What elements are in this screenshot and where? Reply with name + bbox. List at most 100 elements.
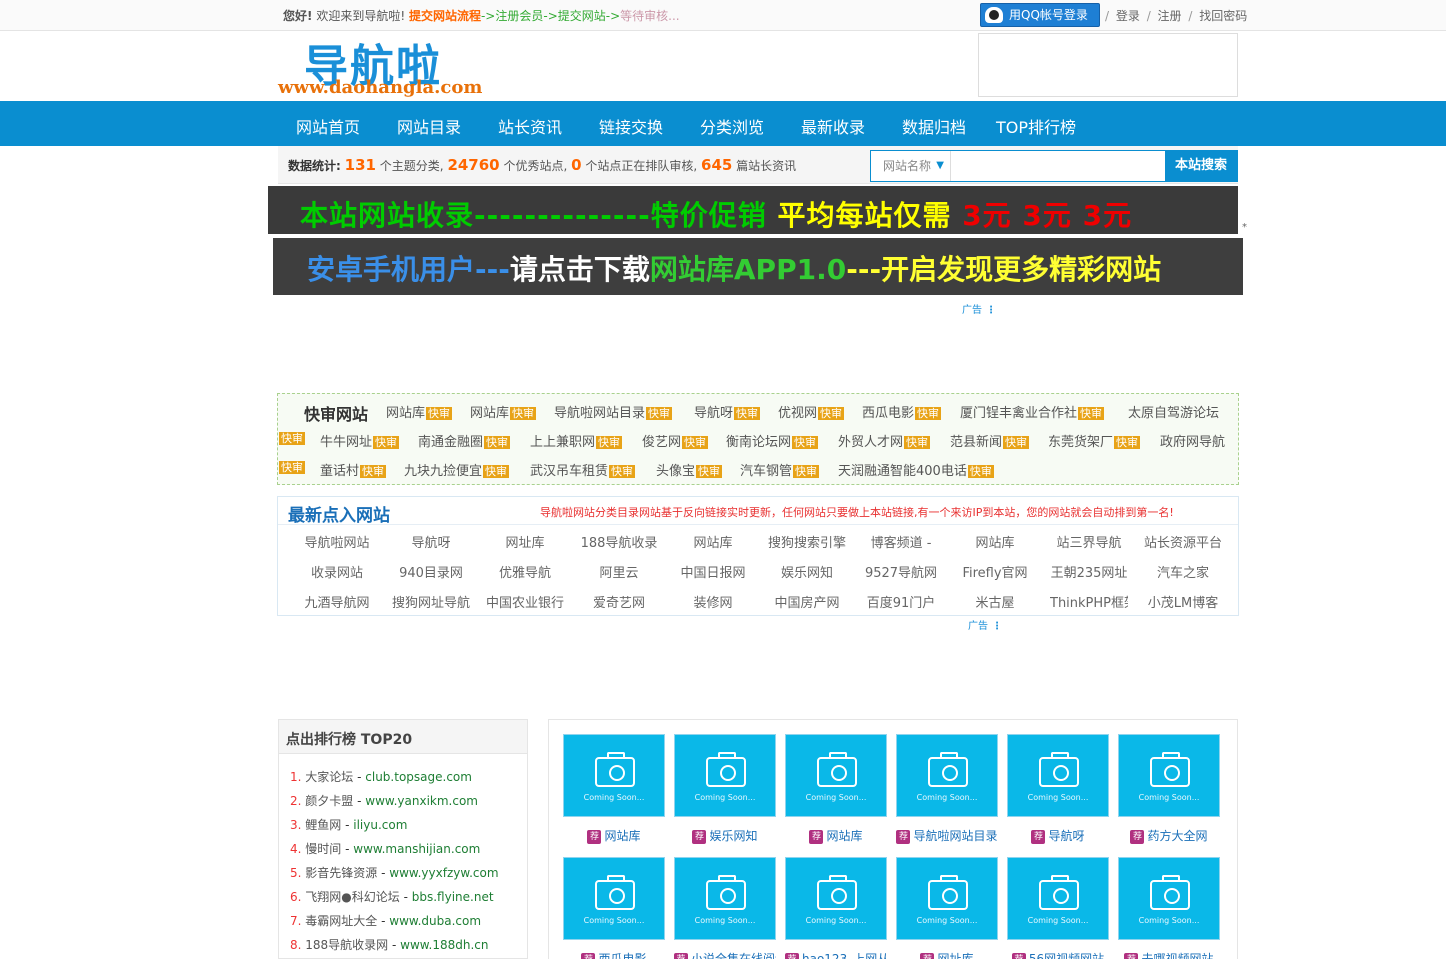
site-thumbnail-card[interactable]: Coming Soon... 荐西瓜电影 — [563, 857, 665, 959]
nav-category-browse[interactable]: 分类浏览 — [700, 114, 764, 138]
fast-review-link[interactable]: 优视网 快审 — [778, 402, 845, 421]
latest-site-link[interactable]: 装修网 — [674, 592, 752, 611]
fast-review-link[interactable]: 衡南论坛网 快审 — [726, 431, 819, 450]
ranking-row[interactable]: 2. 颜夕卡盟 - www.yanxikm.com — [290, 792, 478, 809]
fast-review-link[interactable]: 牛牛网址 快审 — [320, 431, 400, 450]
latest-site-link[interactable]: ThinkPHP框架 — [1050, 592, 1128, 611]
latest-site-link[interactable]: 王朝235网址 — [1050, 562, 1128, 581]
fast-review-link[interactable]: 厦门锃丰禽业合作社 快审 — [960, 402, 1105, 421]
fast-review-link[interactable]: 上上兼职网 快审 — [530, 431, 623, 450]
fast-review-link[interactable]: 太原自驾游论坛 — [1128, 402, 1219, 421]
latest-site-link[interactable]: 搜狗网址导航 — [392, 592, 470, 611]
fast-review-link[interactable]: 九块九捡便宜 快审 — [404, 460, 510, 479]
fast-review-link[interactable]: 导航啦网站目录 快审 — [554, 402, 673, 421]
register-link[interactable]: 注册 — [1158, 9, 1182, 23]
promo-banner-listing[interactable]: 本站网站收录--------------特价促销 平均每站仅需 3元 3元 3元 — [268, 186, 1238, 234]
search-button[interactable]: 本站搜索 — [1165, 151, 1237, 181]
latest-site-link[interactable]: 导航呀 — [392, 532, 470, 551]
latest-site-link[interactable]: 收录网站 — [298, 562, 376, 581]
nav-home[interactable]: 网站首页 — [296, 114, 360, 138]
fast-review-link[interactable]: 天润融通智能400电话 快审 — [838, 460, 994, 479]
latest-site-link[interactable]: 导航啦网站 — [298, 532, 376, 551]
fast-review-link[interactable]: 俊艺网 快审 — [642, 431, 709, 450]
fast-review-link[interactable]: 东莞货架厂 快审 — [1048, 431, 1141, 450]
fast-review-link[interactable]: 西瓜电影 快审 — [862, 402, 942, 421]
nav-latest[interactable]: 最新收录 — [801, 114, 865, 138]
fast-review-link[interactable]: 范县新闻 快审 — [950, 431, 1030, 450]
site-thumbnail-card[interactable]: Coming Soon... 荐药方大全网 — [1118, 734, 1220, 844]
promo-banner-app[interactable]: 安卓手机用户---请点击下载网站库APP1.0---开启发现更多精彩网站 — [273, 238, 1243, 295]
latest-site-link[interactable]: 9527导航网 — [862, 562, 940, 581]
latest-site-link[interactable]: 阿里云 — [580, 562, 658, 581]
site-thumbnail-card[interactable]: Coming Soon... 荐娱乐网知 — [674, 734, 776, 844]
latest-site-link[interactable]: 搜狗搜索引擎 — [768, 532, 846, 551]
latest-site-link[interactable]: 米古屋 — [956, 592, 1034, 611]
latest-site-link[interactable]: Firefly官网 — [956, 562, 1034, 581]
fast-review-tag: 快审 — [967, 465, 994, 478]
site-thumbnail-card[interactable]: Coming Soon... 荐导航呀 — [1007, 734, 1109, 844]
flow-step: 注册会员 — [495, 9, 544, 23]
fast-review-tag: 快审 — [426, 407, 453, 420]
site-thumbnail-card[interactable]: Coming Soon... 荐网站库 — [563, 734, 665, 844]
stat-pending-label: 个站点正在排队审核, — [585, 159, 698, 173]
ranking-row[interactable]: 5. 影音先锋资源 - www.yyxfzyw.com — [290, 864, 499, 881]
ranking-row[interactable]: 8. 188导航收录网 - www.188dh.cn — [290, 936, 488, 953]
fast-review-link[interactable]: 网站库 快审 — [386, 402, 453, 421]
fast-review-link[interactable]: 外贸人才网 快审 — [838, 431, 931, 450]
search-input[interactable] — [953, 153, 1163, 179]
search-type-select[interactable]: 网站名称 ▼ — [871, 151, 951, 181]
fast-review-link[interactable]: 头像宝 快审 — [656, 460, 723, 479]
site-thumbnail-card[interactable]: Coming Soon... 荐网站库 — [785, 734, 887, 844]
fast-review-link[interactable]: 政府网导航 — [1160, 431, 1225, 450]
site-thumbnail-card[interactable]: Coming Soon... 荐hao123_上网从这里开始 — [785, 857, 887, 959]
qq-login-button[interactable]: 用QQ帐号登录 — [980, 3, 1100, 27]
latest-site-link[interactable]: 小茂LM博客 — [1144, 592, 1222, 611]
nav-archive[interactable]: 数据归档 — [902, 114, 966, 138]
latest-site-link[interactable]: 汽车之家 — [1144, 562, 1222, 581]
flow-step[interactable]: 提交网站流程 — [409, 9, 481, 23]
fast-review-link[interactable]: 导航呀 快审 — [694, 402, 761, 421]
latest-site-link[interactable]: 网站库 — [956, 532, 1034, 551]
login-link[interactable]: 登录 — [1116, 9, 1140, 23]
site-thumbnail-card[interactable]: Coming Soon... 荐小说全集在线阅读 — [674, 857, 776, 959]
latest-site-link[interactable]: 中国日报网 — [674, 562, 752, 581]
latest-site-link[interactable]: 网址库 — [486, 532, 564, 551]
latest-site-link[interactable]: 站三界导航 — [1050, 532, 1128, 551]
latest-site-link[interactable]: 188导航收录 — [580, 532, 658, 551]
site-thumbnail-card[interactable]: Coming Soon... 荐56网视频网站 — [1007, 857, 1109, 959]
ranking-row[interactable]: 6. 飞翔网●科幻论坛 - bbs.flyine.net — [290, 888, 494, 905]
latest-site-link[interactable]: 站长资源平台 — [1144, 532, 1222, 551]
recover-password-link[interactable]: 找回密码 — [1199, 9, 1247, 23]
latest-site-link[interactable]: 博客频道 - — [862, 532, 940, 551]
ranking-row[interactable]: 7. 毒霸网址大全 - www.duba.com — [290, 912, 481, 929]
nav-top-ranking[interactable]: TOP排行榜 — [996, 114, 1076, 138]
latest-site-link[interactable]: 娱乐网知 — [768, 562, 846, 581]
latest-site-link[interactable]: 优雅导航 — [486, 562, 564, 581]
ad-label[interactable]: 广告 ⋮ — [962, 301, 996, 316]
latest-site-link[interactable]: 百度91门户 — [862, 592, 940, 611]
latest-site-link[interactable]: 爱奇艺网 — [580, 592, 658, 611]
ranking-row[interactable]: 4. 慢时间 - www.manshijian.com — [290, 840, 480, 857]
thumbnail-caption: 荐网址库 — [896, 950, 998, 959]
fast-review-link[interactable]: 汽车钢管 快审 — [740, 460, 820, 479]
nav-directory[interactable]: 网站目录 — [397, 114, 461, 138]
nav-link-exchange[interactable]: 链接交换 — [599, 114, 663, 138]
site-thumbnail-card[interactable]: Coming Soon... 荐导航啦网站目录 — [896, 734, 998, 844]
site-thumbnail-card[interactable]: Coming Soon... 荐去哪视频网站 — [1118, 857, 1220, 959]
fast-review-link[interactable]: 武汉吊车租赁 快审 — [530, 460, 636, 479]
welcome-message: 欢迎来到导航啦! — [316, 9, 406, 23]
ranking-row[interactable]: 3. 鲤鱼网 - iliyu.com — [290, 816, 407, 833]
latest-site-link[interactable]: 网站库 — [674, 532, 752, 551]
ad-label-2[interactable]: 广告 ⋮ — [968, 617, 1002, 632]
ranking-row[interactable]: 1. 大家论坛 - club.topsage.com — [290, 768, 472, 785]
latest-site-link[interactable]: 中国房产网 — [768, 592, 846, 611]
latest-site-link[interactable]: 940目录网 — [392, 562, 470, 581]
fast-review-link[interactable]: 南通金融圈 快审 — [418, 431, 511, 450]
latest-site-link[interactable]: 中国农业银行 — [486, 592, 564, 611]
nav-webmaster-news[interactable]: 站长资讯 — [498, 114, 562, 138]
site-logo[interactable]: 导航啦 www.daohangla.com — [278, 34, 482, 98]
fast-review-link[interactable]: 网站库 快审 — [470, 402, 537, 421]
fast-review-link[interactable]: 童话村 快审 — [320, 460, 387, 479]
latest-site-link[interactable]: 九酒导航网 — [298, 592, 376, 611]
site-thumbnail-card[interactable]: Coming Soon... 荐网址库 — [896, 857, 998, 959]
